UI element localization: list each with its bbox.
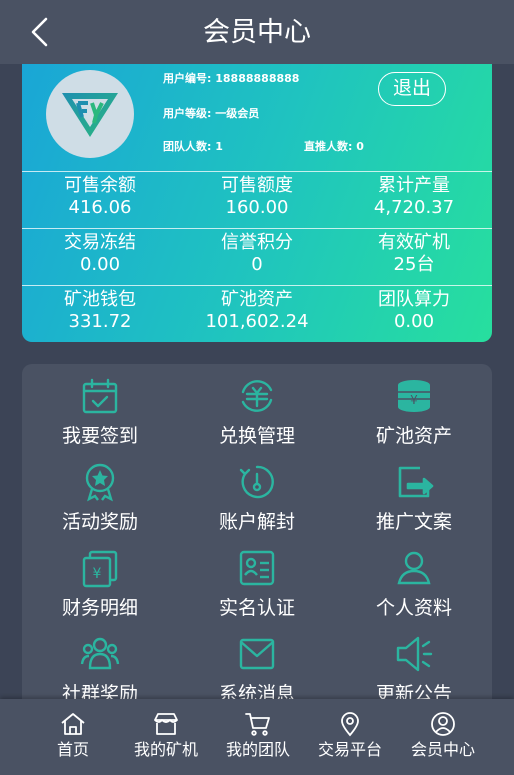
avatar[interactable]: [46, 70, 134, 158]
user-circle-icon: [431, 712, 455, 736]
stat-label: 交易冻结: [64, 232, 136, 253]
store-icon: [154, 713, 178, 735]
group-icon: [80, 637, 120, 670]
direct-count-value: 0: [356, 140, 364, 153]
stat-value: 0.00: [393, 311, 435, 332]
stat-cell[interactable]: 有效矿机 25台: [336, 232, 492, 276]
logout-button[interactable]: 退出: [378, 72, 446, 106]
menu-label: 我要签到: [61, 425, 138, 447]
stat-value: 25台: [393, 254, 435, 275]
menu-label: 活动奖励: [61, 511, 138, 533]
exchange-icon: [241, 380, 273, 412]
cart-icon: [245, 713, 270, 736]
stat-cell[interactable]: 交易冻结 0.00: [22, 232, 178, 276]
direct-count-row: 直推人数: 0: [304, 138, 364, 154]
menu-item-exchange[interactable]: 兑换管理: [179, 368, 335, 454]
menu-item-real-name[interactable]: 实名认证: [179, 540, 335, 626]
user-id-value: 18888888888: [215, 72, 300, 85]
stat-value: 416.06: [68, 197, 132, 218]
stat-value: 0.00: [79, 254, 121, 275]
nav-label: 我的团队: [225, 740, 290, 759]
stat-cell[interactable]: 累计产量 4,720.37: [336, 175, 492, 219]
stat-cell[interactable]: 矿池资产 101,602.24: [179, 289, 335, 333]
menu-item-promo-copy[interactable]: 推广文案: [336, 454, 492, 540]
speaker-icon: [396, 636, 433, 672]
profile-card: 用户编号: 18888888888 用户等级: 一级会员 团队人数: 1 直推人…: [22, 64, 492, 342]
stat-label: 矿池钱包: [64, 289, 136, 310]
menu-item-activity-reward[interactable]: 活动奖励: [22, 454, 178, 540]
nav-item-my-team[interactable]: 我的团队: [207, 699, 309, 775]
stat-label: 可售余额: [64, 175, 136, 196]
share-icon: [398, 466, 434, 498]
stat-cell[interactable]: 可售余额 416.06: [22, 175, 178, 219]
home-icon: [61, 713, 85, 735]
menu-item-pool-assets[interactable]: ¥ 矿池资产: [336, 368, 492, 454]
team-count-row: 团队人数: 1: [163, 138, 223, 154]
function-grid: 我要签到 兑换管理 ¥ 矿池资产 活动奖励 账户解封 推广文案 ¥ 财务明细 实…: [22, 364, 492, 744]
stat-label: 信誉积分: [221, 232, 293, 253]
stats-row-2: 交易冻结 0.00 信誉积分 0 有效矿机 25台: [22, 228, 492, 285]
stats-row-1: 可售余额 416.06 可售额度 160.00 累计产量 4,720.37: [22, 171, 492, 228]
stat-label: 累计产量: [378, 175, 450, 196]
nav-item-my-miners[interactable]: 我的矿机: [115, 699, 217, 775]
bottom-nav: 首页 我的矿机 我的团队 交易平台 会员中心: [0, 699, 514, 775]
finance-icon: ¥: [82, 550, 118, 588]
nav-label: 首页: [56, 740, 89, 759]
user-id-label: 用户编号:: [163, 72, 212, 85]
id-card-icon: [239, 550, 275, 586]
user-icon: [397, 551, 431, 585]
direct-count-label: 直推人数:: [304, 140, 353, 153]
nav-item-trade[interactable]: 交易平台: [299, 699, 401, 775]
stat-cell[interactable]: 团队算力 0.00: [336, 289, 492, 333]
menu-label: 个人资料: [375, 597, 452, 619]
menu-label: 账户解封: [218, 511, 295, 533]
stat-cell[interactable]: 可售额度 160.00: [179, 175, 335, 219]
stat-value: 0: [251, 254, 263, 275]
stat-cell[interactable]: 矿池钱包 331.72: [22, 289, 178, 333]
stat-value: 4,720.37: [373, 197, 455, 218]
menu-label: 财务明细: [61, 597, 138, 619]
stat-value: 160.00: [225, 197, 289, 218]
page-title: 会员中心: [203, 17, 311, 48]
svg-text:¥: ¥: [93, 566, 102, 582]
medal-icon: [85, 463, 115, 502]
team-count-value: 1: [215, 140, 223, 153]
nav-label: 我的矿机: [133, 740, 198, 759]
menu-label: 推广文案: [375, 511, 452, 533]
team-count-label: 团队人数:: [163, 140, 212, 153]
brand-logo-icon: [62, 93, 118, 137]
nav-label: 交易平台: [317, 740, 382, 759]
menu-label: 实名认证: [218, 597, 295, 619]
user-level-label: 用户等级:: [163, 107, 212, 120]
stat-label: 有效矿机: [378, 232, 450, 253]
stats-row-3: 矿池钱包 331.72 矿池资产 101,602.24 团队算力 0.00: [22, 285, 492, 342]
stat-label: 团队算力: [378, 289, 450, 310]
unlock-timer-icon: [239, 465, 274, 499]
mail-icon: [239, 638, 275, 670]
location-pin-icon: [341, 712, 359, 737]
user-id-row: 用户编号: 18888888888: [163, 70, 299, 86]
calendar-check-icon: [82, 378, 118, 414]
menu-label: 矿池资产: [375, 425, 452, 447]
nav-item-member-center[interactable]: 会员中心: [392, 699, 494, 775]
user-level-value: 一级会员: [215, 107, 260, 120]
svg-text:¥: ¥: [410, 393, 418, 407]
nav-label: 会员中心: [410, 740, 475, 759]
stat-cell[interactable]: 信誉积分 0: [179, 232, 335, 276]
stat-label: 可售额度: [221, 175, 293, 196]
top-bar: 会员中心: [0, 0, 514, 64]
menu-item-finance-detail[interactable]: ¥ 财务明细: [22, 540, 178, 626]
menu-item-sign-in[interactable]: 我要签到: [22, 368, 178, 454]
stat-value: 101,602.24: [205, 311, 309, 332]
menu-item-account-unlock[interactable]: 账户解封: [179, 454, 335, 540]
menu-item-profile[interactable]: 个人资料: [336, 540, 492, 626]
nav-item-home[interactable]: 首页: [22, 699, 124, 775]
coin-stack-icon: ¥: [398, 380, 430, 412]
stat-label: 矿池资产: [221, 289, 293, 310]
menu-label: 兑换管理: [218, 425, 295, 447]
stat-value: 331.72: [68, 311, 132, 332]
user-level-row: 用户等级: 一级会员: [163, 105, 259, 121]
